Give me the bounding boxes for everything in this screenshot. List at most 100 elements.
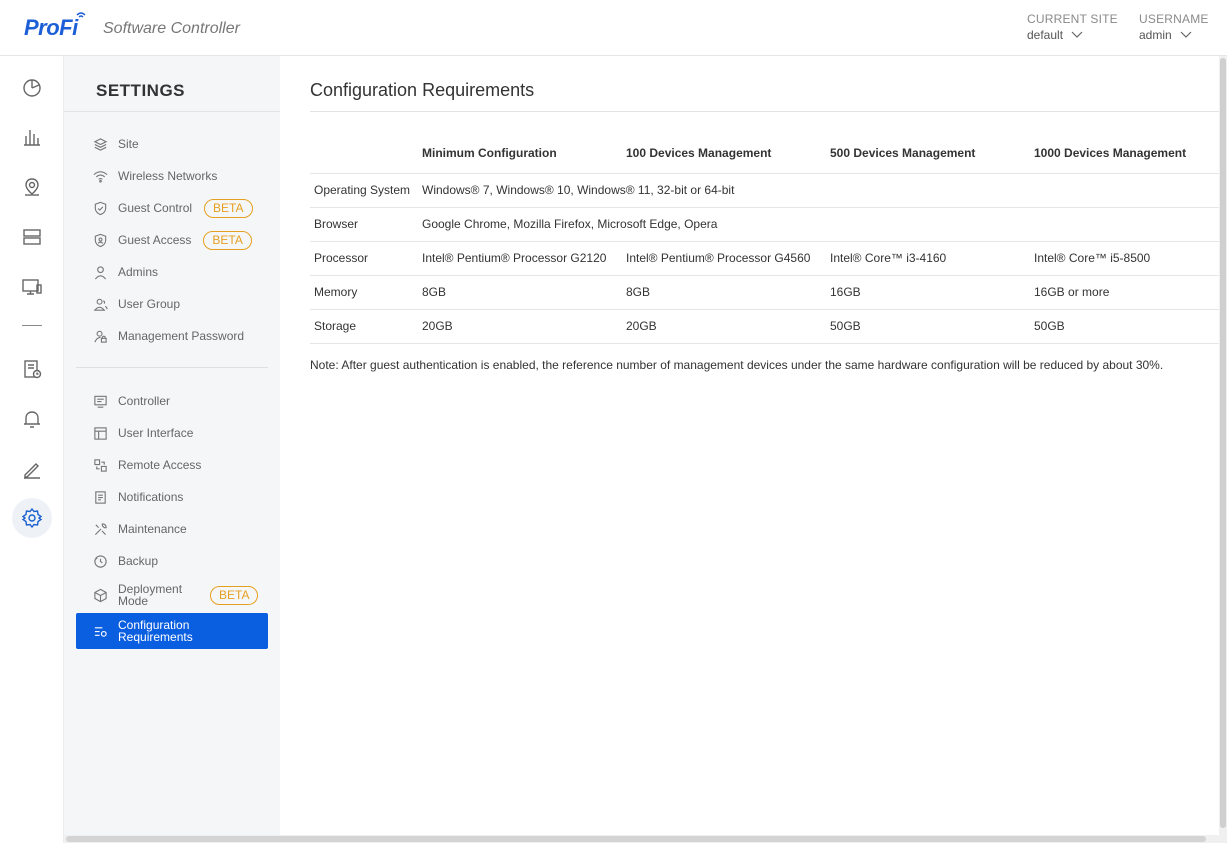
row-header: Operating System bbox=[310, 173, 418, 208]
sidebar-item-notifications[interactable]: Notifications bbox=[76, 483, 268, 511]
document-icon bbox=[94, 490, 106, 504]
dashboard-icon bbox=[23, 79, 41, 97]
table-row: Operating System Windows® 7, Windows® 10… bbox=[310, 173, 1219, 208]
sidebar-header-divider bbox=[64, 111, 280, 112]
sidebar-item-label: Backup bbox=[118, 554, 159, 568]
main-nav-rail bbox=[0, 56, 64, 843]
column-header bbox=[310, 134, 418, 174]
column-header: Minimum Configuration bbox=[418, 134, 622, 174]
sidebar-item-admins[interactable]: Admins bbox=[76, 258, 268, 286]
sidebar-item-user-interface[interactable]: User Interface bbox=[76, 419, 268, 447]
current-site-selector[interactable]: CURRENT SITE default bbox=[1027, 12, 1118, 42]
shield-check-icon bbox=[94, 201, 106, 215]
table-cell: 16GB bbox=[826, 275, 1030, 310]
sidebar-item-label: Guest Control bbox=[118, 201, 193, 215]
sidebar-item-backup[interactable]: Backup bbox=[76, 547, 268, 575]
horizontal-scrollbar-thumb[interactable] bbox=[66, 836, 1206, 842]
nav-clients[interactable] bbox=[12, 267, 52, 307]
sidebar-item-label: Site bbox=[118, 137, 139, 151]
nav-map[interactable] bbox=[12, 167, 52, 207]
settings-icon bbox=[21, 507, 43, 529]
wifi-icon bbox=[93, 170, 107, 182]
table-row: Browser Google Chrome, Mozilla Firefox, … bbox=[310, 207, 1219, 242]
sidebar-item-guest-control[interactable]: Guest Control BETA bbox=[76, 194, 268, 222]
table-cell: Intel® Core™ i5-8500 bbox=[1030, 241, 1219, 276]
sidebar-item-deployment-mode[interactable]: Deployment Mode BETA bbox=[76, 581, 268, 609]
top-header: ProFi Software Controller CURRENT SITE d… bbox=[0, 0, 1227, 56]
devices-icon bbox=[23, 229, 41, 245]
table-cell: Google Chrome, Mozilla Firefox, Microsof… bbox=[418, 207, 1219, 242]
table-cell: Intel® Pentium® Processor G2120 bbox=[418, 241, 622, 276]
table-row: Storage 20GB 20GB 50GB 50GB bbox=[310, 309, 1219, 344]
layers-icon bbox=[93, 137, 107, 151]
sidebar-item-label: Management Password bbox=[118, 329, 245, 343]
table-cell: 8GB bbox=[622, 275, 826, 310]
sidebar-item-remote-access[interactable]: Remote Access bbox=[76, 451, 268, 479]
sidebar-item-label: Controller bbox=[118, 394, 171, 408]
user-group-icon bbox=[93, 298, 108, 311]
table-cell: 20GB bbox=[418, 309, 622, 344]
sidebar-item-label: Wireless Networks bbox=[118, 169, 218, 183]
sidebar-item-management-password[interactable]: Management Password bbox=[76, 322, 268, 350]
sidebar-item-label: User Interface bbox=[118, 426, 194, 440]
sidebar-item-site[interactable]: Site bbox=[76, 130, 268, 158]
table-cell: Intel® Pentium® Processor G4560 bbox=[622, 241, 826, 276]
sidebar-item-label: Maintenance bbox=[118, 522, 187, 536]
vertical-scrollbar-thumb[interactable] bbox=[1220, 58, 1226, 828]
table-row: Processor Intel® Pentium® Processor G212… bbox=[310, 241, 1219, 276]
row-header: Storage bbox=[310, 309, 418, 344]
map-icon bbox=[25, 178, 39, 196]
sidebar-item-label: Guest Access bbox=[118, 233, 192, 247]
sidebar-item-label: User Group bbox=[118, 297, 181, 311]
sidebar-item-label: Configuration Requirements bbox=[118, 618, 193, 644]
nav-statistics[interactable] bbox=[12, 117, 52, 157]
sidebar-item-guest-access[interactable]: Guest Access BETA bbox=[76, 226, 268, 254]
remote-access-icon bbox=[93, 458, 107, 472]
row-header: Processor bbox=[310, 241, 418, 276]
sidebar-item-controller[interactable]: Controller bbox=[76, 387, 268, 415]
brand-logo[interactable]: ProFi bbox=[24, 12, 86, 41]
table-row: Memory 8GB 8GB 16GB 16GB or more bbox=[310, 275, 1219, 310]
settings-sidebar: SETTINGS Site Wireless Networks Guest Co… bbox=[64, 56, 280, 835]
sidebar-item-wireless-networks[interactable]: Wireless Networks bbox=[76, 162, 268, 190]
rail-divider bbox=[22, 325, 42, 326]
username-menu[interactable]: USERNAME admin bbox=[1139, 12, 1209, 42]
sidebar-item-maintenance[interactable]: Maintenance bbox=[76, 515, 268, 543]
username-value: admin bbox=[1139, 28, 1172, 42]
cube-icon bbox=[93, 588, 107, 602]
edit-icon bbox=[24, 463, 40, 479]
column-header: 500 Devices Management bbox=[826, 134, 1030, 174]
nav-logs[interactable] bbox=[12, 349, 52, 389]
sidebar-title: SETTINGS bbox=[96, 81, 186, 100]
current-site-value: default bbox=[1027, 28, 1064, 42]
column-header: 100 Devices Management bbox=[622, 134, 826, 174]
horizontal-scrollbar[interactable] bbox=[64, 835, 1227, 843]
nav-dashboard[interactable] bbox=[12, 67, 52, 107]
main-content: Configuration Requirements Minimum Confi… bbox=[280, 56, 1219, 835]
nav-edit[interactable] bbox=[12, 449, 52, 489]
controller-icon bbox=[93, 395, 107, 408]
logs-icon bbox=[24, 360, 42, 379]
config-list-icon bbox=[94, 626, 107, 637]
table-cell: 50GB bbox=[1030, 309, 1219, 344]
vertical-scrollbar[interactable] bbox=[1219, 56, 1227, 835]
user-icon bbox=[94, 265, 106, 279]
table-header-row: Minimum Configuration 100 Devices Manage… bbox=[310, 134, 1219, 174]
clients-icon bbox=[22, 279, 42, 295]
tools-icon bbox=[94, 522, 107, 535]
page-title: Configuration Requirements bbox=[310, 80, 535, 100]
nav-devices[interactable] bbox=[12, 217, 52, 257]
beta-badge: BETA bbox=[203, 230, 252, 250]
app-name: Software Controller bbox=[103, 20, 240, 37]
username-label: USERNAME bbox=[1139, 12, 1209, 26]
nav-alerts[interactable] bbox=[12, 399, 52, 439]
backup-icon bbox=[93, 554, 107, 568]
alerts-icon bbox=[24, 411, 40, 428]
sidebar-item-user-group[interactable]: User Group bbox=[76, 290, 268, 318]
layout-icon bbox=[93, 426, 107, 440]
table-cell: 16GB or more bbox=[1030, 275, 1219, 310]
column-header: 1000 Devices Management bbox=[1030, 134, 1219, 174]
sidebar-item-configuration-requirements[interactable]: Configuration Requirements bbox=[76, 613, 268, 649]
nav-settings[interactable] bbox=[12, 498, 52, 538]
shield-user-icon bbox=[94, 233, 106, 247]
